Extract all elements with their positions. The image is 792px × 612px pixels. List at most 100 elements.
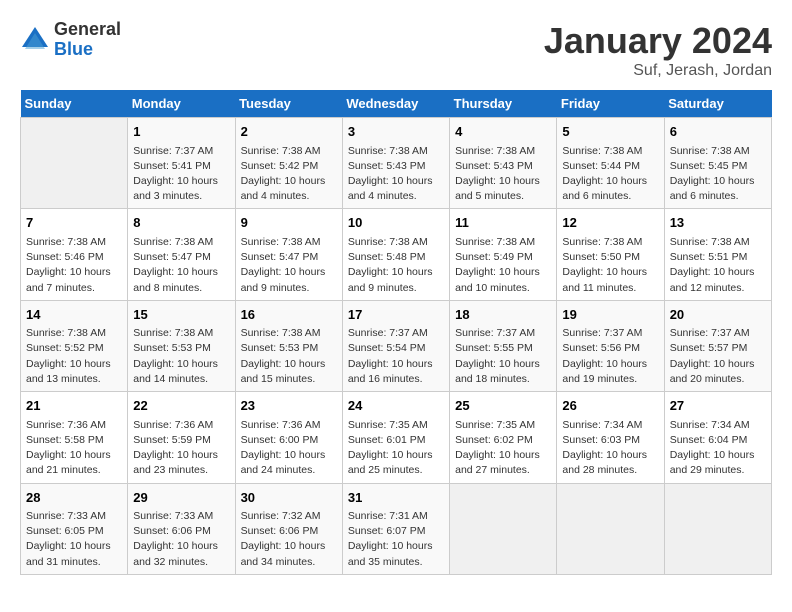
calendar-cell: 25Sunrise: 7:35 AMSunset: 6:02 PMDayligh… — [450, 392, 557, 483]
day-number: 30 — [241, 488, 337, 508]
calendar-cell — [557, 483, 664, 574]
day-number: 11 — [455, 213, 551, 233]
logo-text: General Blue — [54, 20, 121, 60]
calendar-cell: 11Sunrise: 7:38 AMSunset: 5:49 PMDayligh… — [450, 209, 557, 300]
day-info: Sunrise: 7:36 AMSunset: 5:58 PMDaylight:… — [26, 418, 122, 479]
calendar-cell: 5Sunrise: 7:38 AMSunset: 5:44 PMDaylight… — [557, 118, 664, 209]
day-number: 12 — [562, 213, 658, 233]
calendar-cell: 26Sunrise: 7:34 AMSunset: 6:03 PMDayligh… — [557, 392, 664, 483]
day-info: Sunrise: 7:36 AMSunset: 5:59 PMDaylight:… — [133, 418, 229, 479]
calendar-cell: 4Sunrise: 7:38 AMSunset: 5:43 PMDaylight… — [450, 118, 557, 209]
day-info: Sunrise: 7:38 AMSunset: 5:43 PMDaylight:… — [455, 144, 551, 205]
day-number: 1 — [133, 122, 229, 142]
day-info: Sunrise: 7:38 AMSunset: 5:48 PMDaylight:… — [348, 235, 444, 296]
day-number: 14 — [26, 305, 122, 325]
calendar-cell: 29Sunrise: 7:33 AMSunset: 6:06 PMDayligh… — [128, 483, 235, 574]
day-info: Sunrise: 7:38 AMSunset: 5:46 PMDaylight:… — [26, 235, 122, 296]
calendar-cell — [21, 118, 128, 209]
day-number: 31 — [348, 488, 444, 508]
day-number: 9 — [241, 213, 337, 233]
day-number: 27 — [670, 396, 766, 416]
calendar-week-3: 14Sunrise: 7:38 AMSunset: 5:52 PMDayligh… — [21, 300, 772, 391]
day-of-week-sunday: Sunday — [21, 90, 128, 118]
calendar-cell — [450, 483, 557, 574]
day-info: Sunrise: 7:37 AMSunset: 5:55 PMDaylight:… — [455, 326, 551, 387]
page-header: General Blue January 2024 Suf, Jerash, J… — [20, 20, 772, 80]
day-info: Sunrise: 7:38 AMSunset: 5:47 PMDaylight:… — [241, 235, 337, 296]
calendar-cell: 3Sunrise: 7:38 AMSunset: 5:43 PMDaylight… — [342, 118, 449, 209]
calendar-week-1: 1Sunrise: 7:37 AMSunset: 5:41 PMDaylight… — [21, 118, 772, 209]
day-number: 26 — [562, 396, 658, 416]
day-info: Sunrise: 7:38 AMSunset: 5:52 PMDaylight:… — [26, 326, 122, 387]
day-info: Sunrise: 7:38 AMSunset: 5:53 PMDaylight:… — [133, 326, 229, 387]
day-info: Sunrise: 7:38 AMSunset: 5:42 PMDaylight:… — [241, 144, 337, 205]
day-of-week-monday: Monday — [128, 90, 235, 118]
day-number: 24 — [348, 396, 444, 416]
day-number: 19 — [562, 305, 658, 325]
day-of-week-wednesday: Wednesday — [342, 90, 449, 118]
day-info: Sunrise: 7:38 AMSunset: 5:51 PMDaylight:… — [670, 235, 766, 296]
day-number: 25 — [455, 396, 551, 416]
day-number: 2 — [241, 122, 337, 142]
calendar-cell: 12Sunrise: 7:38 AMSunset: 5:50 PMDayligh… — [557, 209, 664, 300]
calendar-cell: 20Sunrise: 7:37 AMSunset: 5:57 PMDayligh… — [664, 300, 771, 391]
day-info: Sunrise: 7:33 AMSunset: 6:06 PMDaylight:… — [133, 509, 229, 570]
day-number: 28 — [26, 488, 122, 508]
day-number: 15 — [133, 305, 229, 325]
calendar-cell: 18Sunrise: 7:37 AMSunset: 5:55 PMDayligh… — [450, 300, 557, 391]
calendar-header: SundayMondayTuesdayWednesdayThursdayFrid… — [21, 90, 772, 118]
calendar-cell: 28Sunrise: 7:33 AMSunset: 6:05 PMDayligh… — [21, 483, 128, 574]
day-of-week-thursday: Thursday — [450, 90, 557, 118]
logo-general: General — [54, 20, 121, 40]
day-number: 5 — [562, 122, 658, 142]
day-info: Sunrise: 7:38 AMSunset: 5:53 PMDaylight:… — [241, 326, 337, 387]
calendar-cell: 16Sunrise: 7:38 AMSunset: 5:53 PMDayligh… — [235, 300, 342, 391]
calendar-cell: 15Sunrise: 7:38 AMSunset: 5:53 PMDayligh… — [128, 300, 235, 391]
day-number: 23 — [241, 396, 337, 416]
location: Suf, Jerash, Jordan — [544, 62, 772, 80]
calendar-week-5: 28Sunrise: 7:33 AMSunset: 6:05 PMDayligh… — [21, 483, 772, 574]
day-info: Sunrise: 7:31 AMSunset: 6:07 PMDaylight:… — [348, 509, 444, 570]
day-info: Sunrise: 7:37 AMSunset: 5:57 PMDaylight:… — [670, 326, 766, 387]
calendar-cell: 24Sunrise: 7:35 AMSunset: 6:01 PMDayligh… — [342, 392, 449, 483]
day-info: Sunrise: 7:38 AMSunset: 5:43 PMDaylight:… — [348, 144, 444, 205]
logo-icon — [20, 25, 50, 55]
day-of-week-tuesday: Tuesday — [235, 90, 342, 118]
day-info: Sunrise: 7:37 AMSunset: 5:54 PMDaylight:… — [348, 326, 444, 387]
day-number: 7 — [26, 213, 122, 233]
calendar-cell: 27Sunrise: 7:34 AMSunset: 6:04 PMDayligh… — [664, 392, 771, 483]
day-info: Sunrise: 7:35 AMSunset: 6:02 PMDaylight:… — [455, 418, 551, 479]
day-info: Sunrise: 7:32 AMSunset: 6:06 PMDaylight:… — [241, 509, 337, 570]
calendar-cell: 1Sunrise: 7:37 AMSunset: 5:41 PMDaylight… — [128, 118, 235, 209]
day-number: 8 — [133, 213, 229, 233]
calendar-cell: 8Sunrise: 7:38 AMSunset: 5:47 PMDaylight… — [128, 209, 235, 300]
day-info: Sunrise: 7:38 AMSunset: 5:47 PMDaylight:… — [133, 235, 229, 296]
day-info: Sunrise: 7:38 AMSunset: 5:49 PMDaylight:… — [455, 235, 551, 296]
day-number: 3 — [348, 122, 444, 142]
day-number: 20 — [670, 305, 766, 325]
title-block: January 2024 Suf, Jerash, Jordan — [544, 20, 772, 80]
calendar-week-4: 21Sunrise: 7:36 AMSunset: 5:58 PMDayligh… — [21, 392, 772, 483]
day-info: Sunrise: 7:38 AMSunset: 5:50 PMDaylight:… — [562, 235, 658, 296]
day-info: Sunrise: 7:37 AMSunset: 5:56 PMDaylight:… — [562, 326, 658, 387]
day-info: Sunrise: 7:38 AMSunset: 5:45 PMDaylight:… — [670, 144, 766, 205]
calendar-cell: 13Sunrise: 7:38 AMSunset: 5:51 PMDayligh… — [664, 209, 771, 300]
day-info: Sunrise: 7:34 AMSunset: 6:04 PMDaylight:… — [670, 418, 766, 479]
logo-blue: Blue — [54, 40, 121, 60]
day-info: Sunrise: 7:37 AMSunset: 5:41 PMDaylight:… — [133, 144, 229, 205]
day-info: Sunrise: 7:33 AMSunset: 6:05 PMDaylight:… — [26, 509, 122, 570]
day-number: 17 — [348, 305, 444, 325]
calendar-cell: 31Sunrise: 7:31 AMSunset: 6:07 PMDayligh… — [342, 483, 449, 574]
calendar-cell: 21Sunrise: 7:36 AMSunset: 5:58 PMDayligh… — [21, 392, 128, 483]
calendar-cell: 9Sunrise: 7:38 AMSunset: 5:47 PMDaylight… — [235, 209, 342, 300]
month-title: January 2024 — [544, 20, 772, 62]
day-number: 4 — [455, 122, 551, 142]
calendar-cell: 19Sunrise: 7:37 AMSunset: 5:56 PMDayligh… — [557, 300, 664, 391]
calendar-table: SundayMondayTuesdayWednesdayThursdayFrid… — [20, 90, 772, 575]
day-number: 16 — [241, 305, 337, 325]
day-number: 21 — [26, 396, 122, 416]
day-info: Sunrise: 7:34 AMSunset: 6:03 PMDaylight:… — [562, 418, 658, 479]
calendar-cell: 10Sunrise: 7:38 AMSunset: 5:48 PMDayligh… — [342, 209, 449, 300]
day-number: 13 — [670, 213, 766, 233]
logo: General Blue — [20, 20, 121, 60]
